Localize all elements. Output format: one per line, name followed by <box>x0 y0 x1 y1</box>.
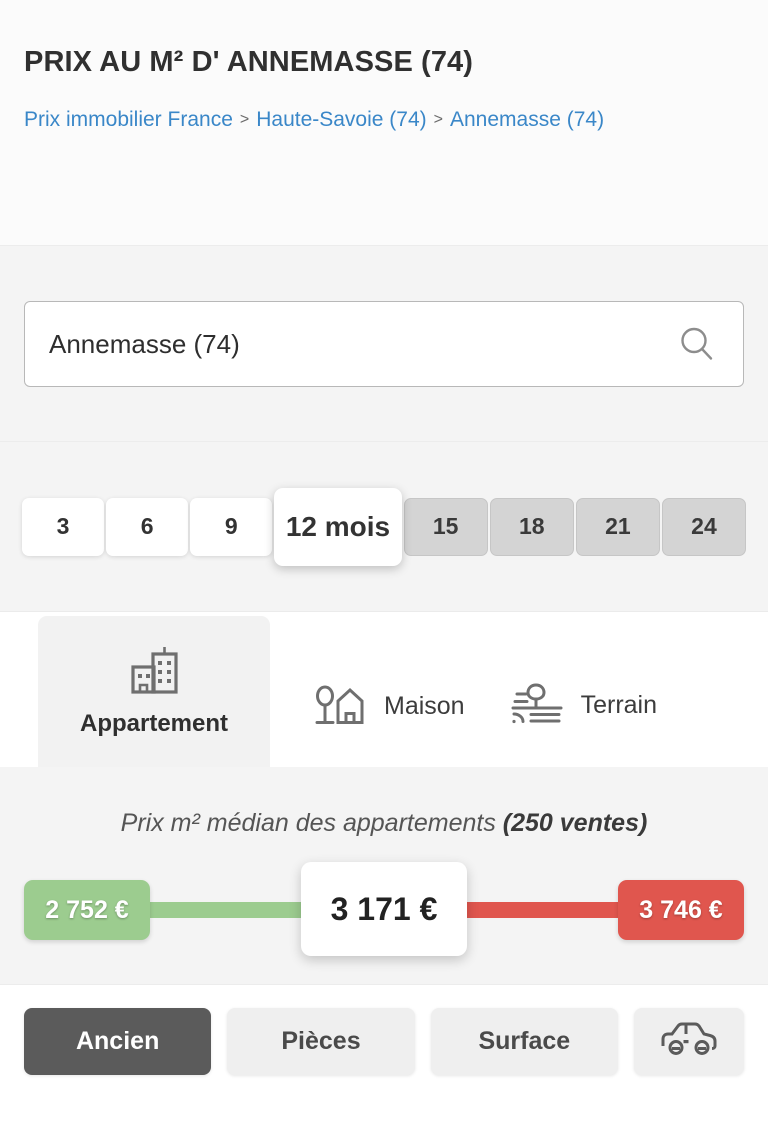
search-icon[interactable] <box>677 324 717 364</box>
price-caption: Prix m² médian des appartements (250 ven… <box>0 809 768 838</box>
period-option-9[interactable]: 9 <box>190 497 273 556</box>
price-caption-text: Prix m² médian des appartements <box>120 809 503 837</box>
price-low-value: 2 752 € <box>24 880 150 940</box>
breadcrumb: Prix immobilier France > Haute-Savoie (74)… <box>24 104 744 137</box>
page-title: PRIX AU M² D' ANNEMASSE (74) <box>24 46 474 78</box>
tab-maison[interactable]: Maison <box>314 682 465 731</box>
breadcrumb-item-france[interactable]: Prix immobilier France <box>24 108 233 131</box>
price-median-value: 3 171 € <box>301 862 467 956</box>
period-option-6[interactable]: 6 <box>106 497 189 556</box>
breadcrumb-item-haute-savoie[interactable]: Haute-Savoie (74) <box>256 108 426 131</box>
filter-surface[interactable]: Surface <box>430 1008 618 1075</box>
tab-label-appartement: Appartement <box>79 710 229 737</box>
building-icon <box>126 645 182 700</box>
tab-label-terrain: Terrain <box>580 691 658 719</box>
period-option-18[interactable]: 18 <box>489 497 574 556</box>
period-option-12-mois[interactable]: 12 mois <box>274 487 402 566</box>
car-icon <box>658 1019 720 1064</box>
filter-pieces[interactable]: Pièces <box>227 1008 415 1075</box>
tab-label-maison: Maison <box>384 692 465 720</box>
period-option-3[interactable]: 3 <box>22 497 105 556</box>
house-tree-icon <box>314 682 368 731</box>
price-summary: Prix m² médian des appartements (250 ven… <box>0 767 768 985</box>
filter-parking[interactable] <box>633 1008 744 1075</box>
page-header: PRIX AU M² D' ANNEMASSE (74) Prix immobi… <box>0 0 768 246</box>
filter-ancien[interactable]: Ancien <box>24 1008 212 1075</box>
price-per-sqm-page: PRIX AU M² D' ANNEMASSE (74) Prix immobi… <box>0 0 768 1143</box>
period-option-24[interactable]: 24 <box>661 497 747 556</box>
price-caption-sales-count: (250 ventes) <box>502 809 648 837</box>
tab-terrain[interactable]: Terrain <box>509 680 657 731</box>
tab-appartement[interactable]: Appartement <box>38 616 270 767</box>
period-option-21[interactable]: 21 <box>575 497 660 556</box>
breadcrumb-separator: > <box>239 111 250 129</box>
property-type-tabs: Appartement Maison Terrain <box>0 612 768 767</box>
search-section: Annemasse (74) <box>0 246 768 442</box>
land-tree-icon <box>509 680 565 731</box>
filter-tabs: Ancien Pièces Surface <box>0 985 768 1098</box>
price-high-value: 3 746 € <box>618 880 744 940</box>
period-option-15[interactable]: 15 <box>403 497 488 556</box>
search-input[interactable]: Annemasse (74) <box>49 329 240 360</box>
price-range-bar: 2 752 € 3 171 € 3 746 € <box>0 862 768 956</box>
breadcrumb-item-annemasse[interactable]: Annemasse (74) <box>450 108 604 131</box>
search-box[interactable]: Annemasse (74) <box>24 301 744 387</box>
breadcrumb-separator: > <box>433 111 443 129</box>
period-selector: 3 6 9 12 mois 15 18 21 24 <box>0 442 768 612</box>
